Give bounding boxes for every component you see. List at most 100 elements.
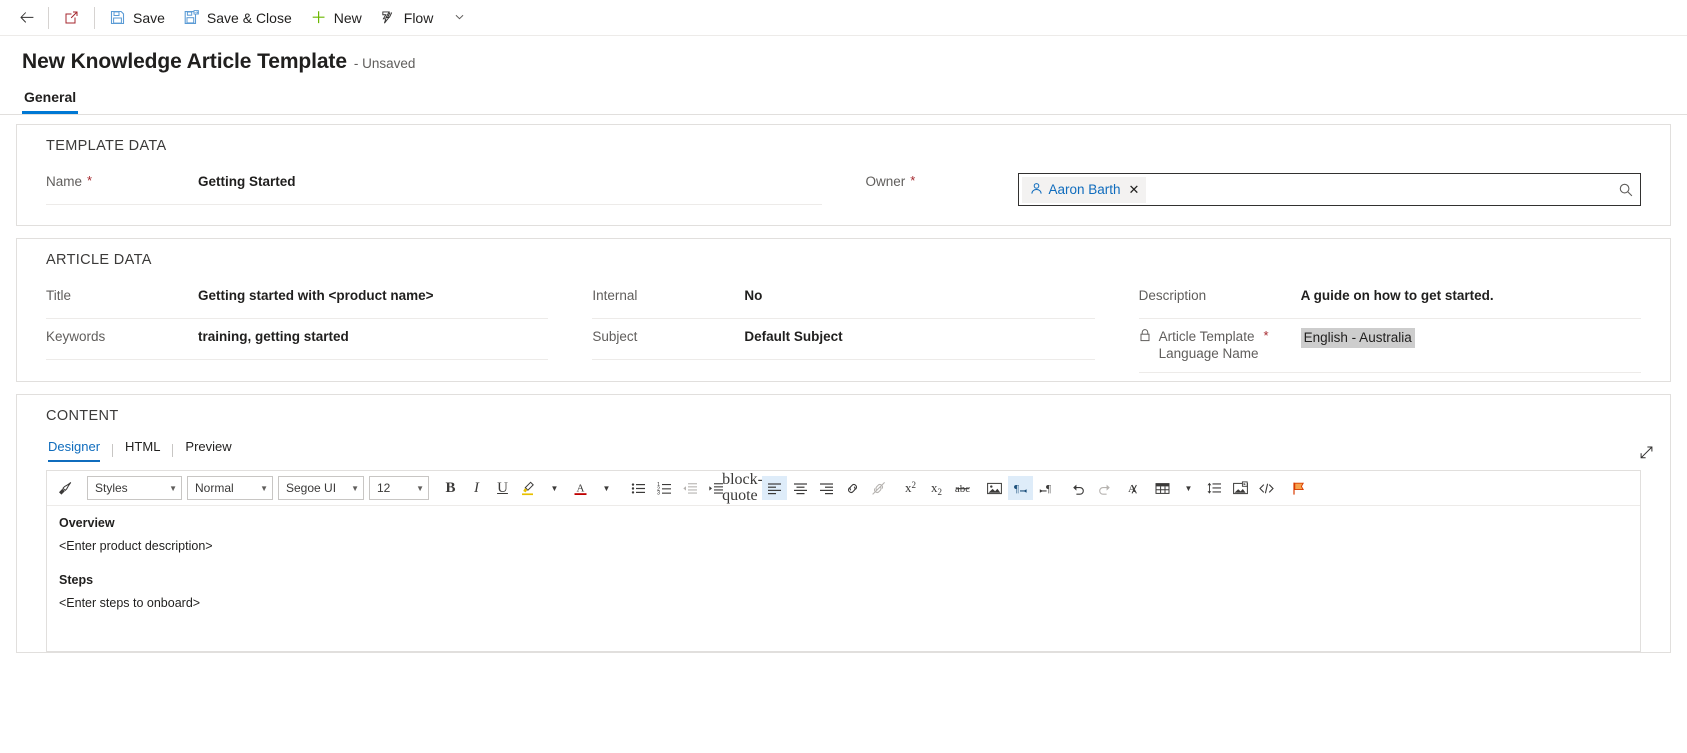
insert-image-button[interactable] bbox=[982, 476, 1007, 500]
owner-chip-remove-icon[interactable]: ✕ bbox=[1127, 182, 1140, 198]
italic-button[interactable]: I bbox=[464, 476, 489, 500]
field-subject-value: Default Subject bbox=[744, 329, 843, 344]
field-title-value: Getting started with <product name> bbox=[198, 288, 434, 303]
field-subject-label-wrap: Subject bbox=[592, 328, 744, 345]
line-spacing-button[interactable] bbox=[1202, 476, 1227, 500]
styles-dropdown-value: Styles bbox=[95, 481, 128, 495]
owner-chip[interactable]: Aaron Barth ✕ bbox=[1021, 176, 1147, 203]
editor-tab-html-label: HTML bbox=[125, 439, 161, 454]
format-painter-icon[interactable] bbox=[53, 476, 78, 500]
expand-editor-icon[interactable] bbox=[1638, 445, 1654, 466]
bold-button[interactable]: B bbox=[438, 476, 463, 500]
align-left-button[interactable] bbox=[762, 476, 787, 500]
person-icon bbox=[1030, 182, 1043, 198]
lock-icon bbox=[1139, 328, 1151, 346]
field-name-required: * bbox=[87, 173, 93, 188]
field-subject-label: Subject bbox=[592, 329, 638, 344]
field-description-value: A guide on how to get started. bbox=[1300, 288, 1494, 303]
field-title[interactable]: Title Getting started with <product name… bbox=[46, 278, 549, 319]
editor-tab-designer[interactable]: Designer bbox=[46, 439, 112, 462]
font-family-dropdown[interactable]: Segoe UI ▼ bbox=[278, 476, 364, 500]
svg-text:3: 3 bbox=[657, 490, 660, 496]
field-description-label-wrap: Description bbox=[1139, 287, 1301, 304]
insert-link-button[interactable] bbox=[840, 476, 865, 500]
chevron-down-icon bbox=[451, 9, 468, 26]
font-size-value: 12 bbox=[377, 481, 391, 495]
styles-dropdown[interactable]: Styles ▼ bbox=[87, 476, 182, 500]
chevron-down-icon: ▼ bbox=[416, 483, 424, 493]
save-button[interactable]: Save bbox=[100, 0, 174, 36]
editor-tab-designer-label: Designer bbox=[48, 439, 101, 454]
owner-lookup-input[interactable]: Aaron Barth ✕ bbox=[1017, 173, 1641, 206]
font-color-button[interactable]: A bbox=[568, 476, 593, 500]
field-internal-value: No bbox=[744, 288, 763, 303]
left-to-right-button[interactable]: ¶ bbox=[1034, 476, 1059, 500]
redo-button[interactable] bbox=[1092, 476, 1117, 500]
editor-tab-html[interactable]: HTML bbox=[113, 439, 172, 462]
editor-tab-strip: Designer HTML Preview bbox=[31, 434, 1656, 462]
align-center-button[interactable] bbox=[788, 476, 813, 500]
insert-media-button[interactable] bbox=[1228, 476, 1253, 500]
page-title: New Knowledge Article Template bbox=[22, 50, 347, 73]
field-name-label-wrap: Name * bbox=[46, 173, 198, 190]
section-template-data: TEMPLATE DATA Name * Getting Started Own… bbox=[16, 124, 1671, 226]
block-quote-button[interactable]: block-quote bbox=[722, 472, 763, 504]
superscript-button[interactable]: x2 bbox=[898, 476, 923, 500]
save-and-close-button[interactable]: Save & Close bbox=[174, 0, 301, 36]
chevron-down-icon: ▼ bbox=[169, 483, 177, 493]
lookup-search-icon[interactable] bbox=[1618, 182, 1634, 198]
insert-table-button[interactable] bbox=[1150, 476, 1175, 500]
decrease-indent-button[interactable] bbox=[678, 476, 703, 500]
rich-text-editor: Styles ▼ Normal ▼ Segoe UI ▼ 12 ▼ B I U … bbox=[46, 470, 1641, 652]
subscript-button[interactable]: x2 bbox=[924, 476, 949, 500]
section-template-data-title: TEMPLATE DATA bbox=[46, 138, 167, 154]
back-button[interactable] bbox=[10, 0, 43, 36]
field-owner[interactable]: Owner * Aaron Barth ✕ bbox=[866, 164, 1641, 217]
flow-button[interactable]: Flow bbox=[371, 0, 443, 36]
font-color-chevron-icon[interactable]: ▼ bbox=[594, 476, 619, 500]
field-description[interactable]: Description A guide on how to get starte… bbox=[1138, 278, 1641, 319]
command-bar: Save Save & Close New Flow bbox=[0, 0, 1687, 36]
content-steps-text: <Enter steps to onboard> bbox=[59, 596, 201, 610]
tab-general[interactable]: General bbox=[22, 89, 79, 114]
table-chevron-icon[interactable]: ▼ bbox=[1176, 476, 1201, 500]
field-name[interactable]: Name * Getting Started bbox=[46, 164, 822, 205]
undo-button[interactable] bbox=[1066, 476, 1091, 500]
section-content-title: CONTENT bbox=[46, 408, 119, 424]
align-right-button[interactable] bbox=[814, 476, 839, 500]
record-header: New Knowledge Article Template - Unsaved bbox=[0, 36, 1687, 74]
field-owner-required: * bbox=[910, 173, 916, 188]
open-new-window-button[interactable] bbox=[54, 0, 89, 36]
remove-link-button[interactable] bbox=[866, 476, 891, 500]
underline-button[interactable]: U bbox=[490, 476, 515, 500]
field-keywords[interactable]: Keywords training, getting started bbox=[46, 319, 549, 360]
field-language-value: English - Australia bbox=[1300, 328, 1415, 348]
content-overview-heading: Overview bbox=[59, 516, 115, 530]
flag-button[interactable] bbox=[1286, 476, 1311, 500]
paragraph-format-dropdown[interactable]: Normal ▼ bbox=[187, 476, 273, 500]
svg-text:¶: ¶ bbox=[1046, 483, 1051, 495]
field-subject[interactable]: Subject Default Subject bbox=[592, 319, 1095, 360]
field-article-template-language-name[interactable]: Article Template Language Name * English… bbox=[1138, 319, 1641, 373]
bulleted-list-button[interactable] bbox=[626, 476, 651, 500]
highlight-color-button[interactable] bbox=[516, 476, 541, 500]
strikethrough-button[interactable]: abc bbox=[950, 476, 975, 500]
field-keywords-label: Keywords bbox=[46, 329, 106, 344]
article-data-column-2: Internal No Subject Default Subject bbox=[563, 278, 1109, 373]
font-size-dropdown[interactable]: 12 ▼ bbox=[369, 476, 429, 500]
right-to-left-button[interactable]: ¶ bbox=[1008, 476, 1033, 500]
flow-button-label: Flow bbox=[403, 9, 434, 26]
clear-formatting-button[interactable]: A bbox=[1118, 476, 1143, 500]
save-close-icon bbox=[183, 9, 200, 26]
highlight-chevron-icon[interactable]: ▼ bbox=[542, 476, 567, 500]
command-separator-2 bbox=[94, 6, 95, 29]
field-internal[interactable]: Internal No bbox=[592, 278, 1095, 319]
flow-chevron-button[interactable] bbox=[442, 0, 477, 36]
source-code-button[interactable] bbox=[1254, 476, 1279, 500]
popout-icon bbox=[63, 9, 80, 26]
new-button[interactable]: New bbox=[301, 0, 371, 36]
editor-tab-preview[interactable]: Preview bbox=[173, 439, 243, 462]
numbered-list-button[interactable]: 1 2 3 bbox=[652, 476, 677, 500]
save-button-label: Save bbox=[133, 9, 165, 26]
rte-content-area[interactable]: Overview <Enter product description> Ste… bbox=[47, 506, 1640, 651]
